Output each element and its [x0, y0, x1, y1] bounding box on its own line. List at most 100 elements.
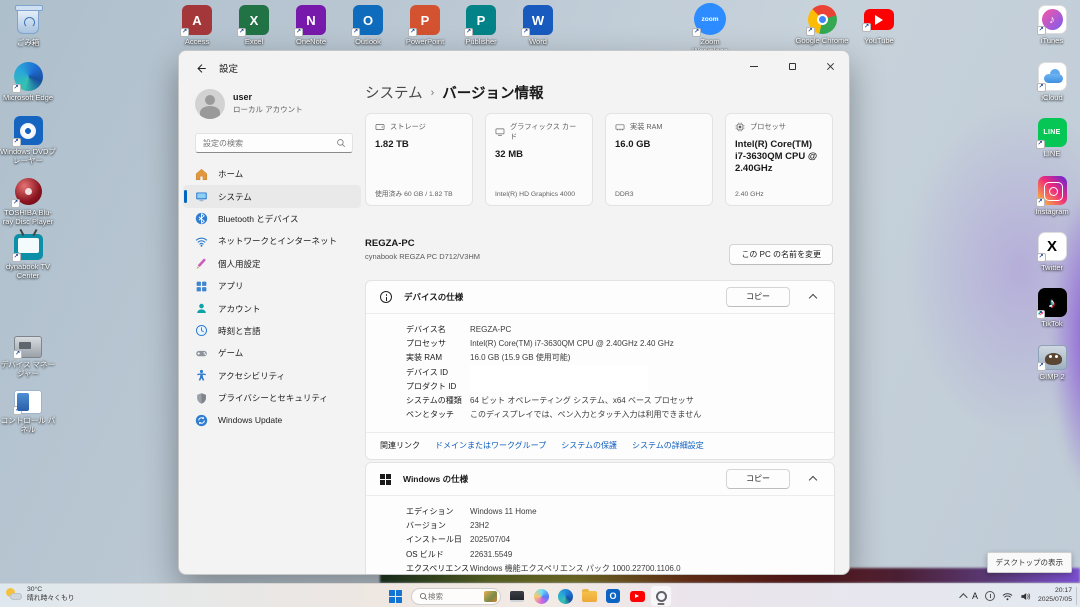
desktop-icon-zoom[interactable]: zoom↗ Zoom Workplace: [682, 3, 738, 55]
taskbar: 30°C 晴れ時々くもり O A 20:: [0, 583, 1080, 607]
device-spec-body: デバイス名REGZA-PC プロセッサIntel(R) Core(TM) i7-…: [366, 313, 834, 432]
back-button[interactable]: [189, 58, 211, 78]
shortcut-arrow-icon: ↗: [521, 28, 530, 37]
settings-nav: ホーム システム Bluetooth とデバイス ネットワークとインターネット …: [183, 163, 361, 432]
windows-spec-header[interactable]: Windows の仕様 コピー: [366, 463, 834, 495]
publisher-icon: P↗: [466, 5, 496, 35]
desktop-icon-onenote[interactable]: N↗ OneNote: [283, 5, 339, 46]
taskbar-icon-explorer[interactable]: [578, 585, 600, 607]
recycle-bin-icon: [13, 6, 43, 36]
taskbar-icon-edge[interactable]: [554, 585, 576, 607]
desktop-icon-twitter[interactable]: X↗ Twitter: [1024, 232, 1080, 272]
desktop-icon-tiktok[interactable]: ♪↗ TikTok: [1024, 288, 1080, 328]
link-advanced-system-settings[interactable]: システムの詳細設定: [632, 440, 704, 451]
sidebar-item-privacy-security[interactable]: プライバシーとセキュリティ: [183, 387, 361, 409]
outlook-icon: O: [606, 589, 620, 603]
desktop-icon-access[interactable]: A↗ Access: [169, 5, 225, 46]
settings-search[interactable]: [195, 133, 353, 153]
shortcut-arrow-icon: ↗: [1037, 83, 1046, 92]
breadcrumb: システム › バージョン情報: [365, 82, 543, 103]
related-links-row: 関連リンク ドメインまたはワークグループ システムの保護 システムの詳細設定: [366, 432, 834, 459]
link-system-protection[interactable]: システムの保護: [561, 440, 617, 451]
avatar[interactable]: [195, 89, 225, 119]
sidebar-item-time-language[interactable]: 時刻と言語: [183, 320, 361, 342]
shortcut-arrow-icon: ↗: [12, 138, 21, 147]
spec-cards: ストレージ 1.82 TB 使用済み 60 GB / 1.82 TB グラフィッ…: [365, 113, 835, 206]
tray-app-icon[interactable]: [985, 591, 995, 601]
copy-button[interactable]: コピー: [726, 287, 790, 307]
clock[interactable]: 20:17 2025/07/05: [1038, 587, 1077, 605]
sidebar-item-home[interactable]: ホーム: [183, 163, 361, 185]
desktop-icon-recycle-bin[interactable]: ごみ箱: [0, 6, 56, 47]
taskbar-search-input[interactable]: [428, 592, 484, 601]
desktop-icon-outlook[interactable]: O↗ Outlook: [340, 5, 396, 46]
search-icon: [419, 592, 428, 601]
desktop-icon-itunes[interactable]: ♪↗ iTunes: [1024, 5, 1080, 45]
desktop-icon-edge[interactable]: ↗ Microsoft Edge: [0, 62, 56, 102]
line-icon: LINE↗: [1038, 118, 1067, 147]
chrome-icon: ↗: [808, 5, 837, 34]
desktop-icon-gimp[interactable]: ↗ GIMP 2: [1024, 342, 1080, 381]
card-storage: ストレージ 1.82 TB 使用済み 60 GB / 1.82 TB: [365, 113, 473, 206]
desktop-icon-powerpoint[interactable]: P↗ PowerPoint: [397, 5, 453, 46]
desktop-icon-excel[interactable]: X↗ Excel: [226, 5, 282, 46]
card-processor: プロセッサ Intel(R) Core(TM) i7-3630QM CPU @ …: [725, 113, 833, 206]
sidebar-item-windows-update[interactable]: Windows Update: [183, 409, 361, 431]
taskbar-icon-settings-active[interactable]: [650, 585, 672, 607]
desktop-icon-icloud[interactable]: ↗ iCloud: [1024, 62, 1080, 102]
desktop-icon-toshiba-bluray[interactable]: ↗ TOSHIBA Blu-ray Disc Player: [0, 176, 56, 226]
desktop-icon-youtube[interactable]: ↗ YouTube: [851, 5, 907, 45]
volume-icon[interactable]: [1020, 591, 1031, 602]
sidebar-item-system[interactable]: システム: [183, 185, 361, 207]
itunes-icon: ♪↗: [1038, 5, 1067, 34]
taskbar-icon-youtube[interactable]: [626, 585, 648, 607]
sidebar-item-accounts[interactable]: アカウント: [183, 297, 361, 319]
copy-button[interactable]: コピー: [726, 469, 790, 489]
word-icon: W↗: [523, 5, 553, 35]
chevron-up-icon[interactable]: [809, 294, 817, 302]
shortcut-arrow-icon: ↗: [12, 84, 21, 93]
shortcut-arrow-icon: ↗: [1037, 253, 1046, 262]
link-domain-workgroup[interactable]: ドメインまたはワークグループ: [435, 440, 546, 451]
shortcut-arrow-icon: ↗: [13, 350, 22, 359]
update-icon: [195, 414, 208, 427]
ime-indicator[interactable]: A: [972, 591, 978, 601]
weather-widget[interactable]: 30°C 晴れ時々くもり: [6, 586, 75, 604]
chevron-up-icon[interactable]: [809, 476, 817, 484]
desktop-icon-control-panel[interactable]: ↗ コントロール パネル: [0, 387, 56, 434]
sidebar-item-network[interactable]: ネットワークとインターネット: [183, 230, 361, 252]
wifi-icon[interactable]: [1002, 591, 1013, 602]
settings-content: システム › バージョン情報 ストレージ 1.82 TB 使用済み 60 GB …: [365, 51, 835, 575]
device-spec-header[interactable]: デバイスの仕様 コピー: [366, 281, 834, 313]
desktop-icon-instagram[interactable]: ↗ Instagram: [1024, 176, 1080, 216]
shortcut-arrow-icon: ↗: [1036, 198, 1045, 207]
weather-icon: [6, 588, 22, 602]
desktop-icon-dynabook-tv[interactable]: ↗ dynabook TV Center: [0, 230, 56, 280]
desktop-icon-publisher[interactable]: P↗ Publisher: [453, 5, 509, 46]
taskbar-search[interactable]: [411, 588, 501, 605]
shortcut-arrow-icon: ↗: [1037, 362, 1046, 371]
taskbar-icon-task-view[interactable]: [506, 585, 528, 607]
sidebar-item-gaming[interactable]: ゲーム: [183, 342, 361, 364]
desktop-icon-line[interactable]: LINE↗ LINE: [1024, 118, 1080, 158]
sidebar-item-personalization[interactable]: 個人用設定: [183, 253, 361, 275]
desktop-icon-dvd-player[interactable]: ↗ Windows DVDプレーヤー: [0, 116, 56, 165]
rename-pc-button[interactable]: この PC の名前を変更: [729, 244, 833, 265]
sidebar-item-apps[interactable]: アプリ: [183, 275, 361, 297]
outlook-icon: O↗: [353, 5, 383, 35]
info-icon: [380, 291, 392, 303]
tray-overflow-chevron-icon[interactable]: [959, 593, 967, 601]
clock-icon: [195, 324, 208, 337]
taskbar-icon-copilot[interactable]: [530, 585, 552, 607]
breadcrumb-parent[interactable]: システム: [365, 82, 423, 103]
start-button[interactable]: [384, 585, 406, 607]
windows-spec-body: エディションWindows 11 Home バージョン23H2 インストール日2…: [366, 495, 834, 575]
taskbar-icon-outlook[interactable]: O: [602, 585, 624, 607]
desktop-icon-device-manager[interactable]: ↗ デバイス マネージャー: [0, 332, 56, 378]
desktop-icon-chrome[interactable]: ↗ Google Chrome: [794, 5, 850, 45]
desktop-icon-word[interactable]: W↗ Word: [510, 5, 566, 46]
sidebar-item-accessibility[interactable]: アクセシビリティ: [183, 365, 361, 387]
settings-search-input[interactable]: [196, 139, 336, 148]
dvd-player-icon: ↗: [14, 116, 43, 145]
sidebar-item-bluetooth-devices[interactable]: Bluetooth とデバイス: [183, 208, 361, 230]
